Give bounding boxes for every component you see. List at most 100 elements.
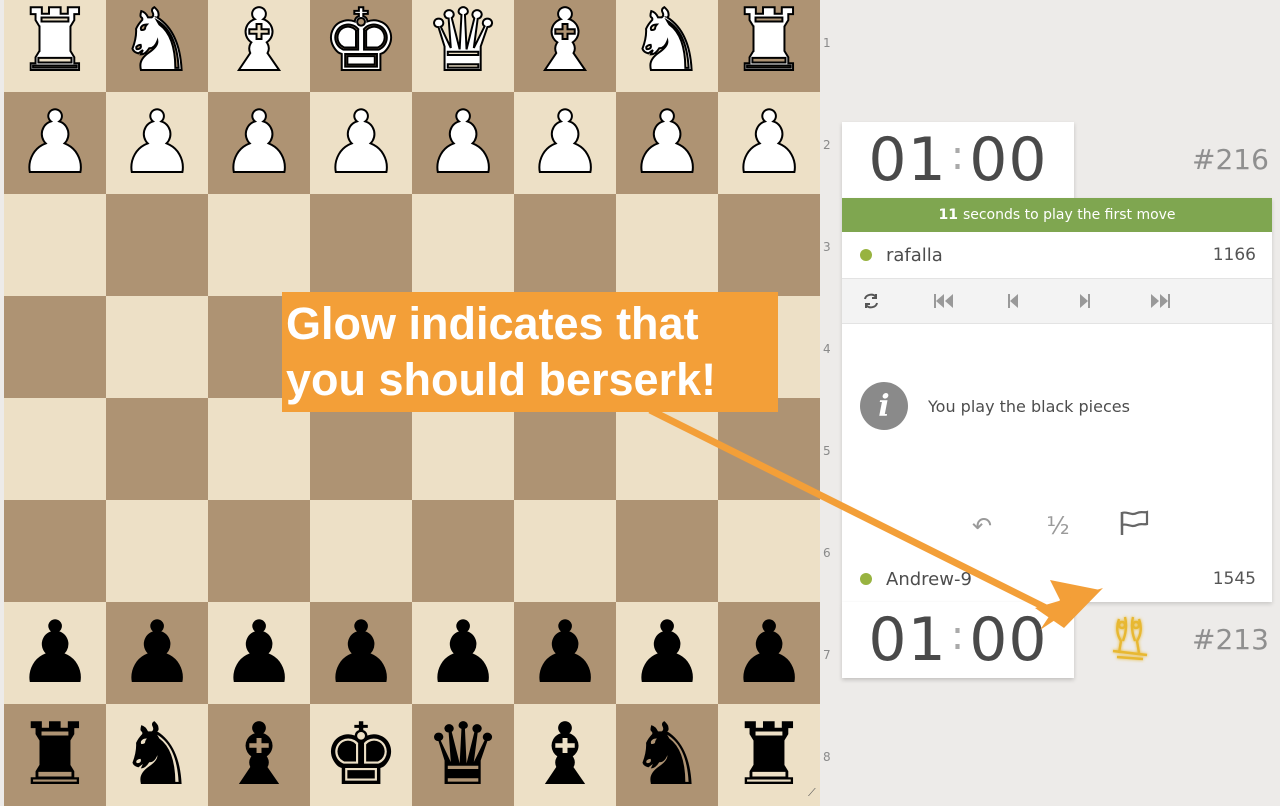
takeback-button[interactable]: ↶	[966, 512, 998, 540]
board-square[interactable]	[412, 398, 514, 500]
black-piece[interactable]: ♟	[526, 610, 603, 696]
board-square[interactable]: ♟	[106, 92, 208, 194]
board-square[interactable]: ♜	[4, 704, 106, 806]
black-piece[interactable]: ♟	[628, 610, 705, 696]
board-square[interactable]: ♝	[208, 704, 310, 806]
board-square[interactable]: ♚	[310, 704, 412, 806]
black-piece[interactable]: ♟	[220, 610, 297, 696]
board-square[interactable]: ♟	[4, 92, 106, 194]
black-piece[interactable]: ♛	[424, 712, 501, 798]
white-piece[interactable]: ♟	[627, 99, 706, 187]
board-square[interactable]: ♜	[718, 0, 820, 92]
black-piece[interactable]: ♞	[118, 712, 195, 798]
board-square[interactable]	[718, 398, 820, 500]
board-square[interactable]	[208, 500, 310, 602]
board-square[interactable]	[4, 500, 106, 602]
board-square[interactable]: ♟	[514, 92, 616, 194]
board-square[interactable]	[514, 398, 616, 500]
white-piece[interactable]: ♟	[321, 99, 400, 187]
last-move-icon[interactable]	[1150, 294, 1222, 308]
board-square[interactable]: ♝	[514, 704, 616, 806]
next-move-icon[interactable]	[1078, 294, 1150, 308]
white-piece[interactable]: ♟	[219, 99, 298, 187]
board-square[interactable]	[106, 194, 208, 296]
white-piece[interactable]: ♚	[321, 0, 400, 85]
board-square[interactable]: ♟	[616, 602, 718, 704]
board-square[interactable]: ♞	[106, 0, 208, 92]
board-square[interactable]: ♞	[616, 0, 718, 92]
board-resize-handle[interactable]: ⟋	[808, 787, 820, 799]
board-square[interactable]	[412, 500, 514, 602]
board-square[interactable]: ♞	[616, 704, 718, 806]
board-square[interactable]: ♜	[718, 704, 820, 806]
black-piece[interactable]: ♟	[322, 610, 399, 696]
black-piece[interactable]: ♜	[16, 712, 93, 798]
black-piece[interactable]: ♟	[118, 610, 195, 696]
white-piece[interactable]: ♟	[15, 99, 94, 187]
black-piece[interactable]: ♝	[220, 712, 297, 798]
board-square[interactable]: ♟	[310, 602, 412, 704]
board-square[interactable]: ♟	[718, 92, 820, 194]
board-square[interactable]	[718, 500, 820, 602]
board-square[interactable]: ♟	[718, 602, 820, 704]
offer-draw-button[interactable]: ½	[1042, 512, 1074, 540]
prev-move-icon[interactable]	[1006, 294, 1078, 308]
board-square[interactable]: ♟	[412, 602, 514, 704]
board-square[interactable]	[4, 398, 106, 500]
board-square[interactable]	[310, 194, 412, 296]
board-square[interactable]	[514, 500, 616, 602]
board-square[interactable]: ♞	[106, 704, 208, 806]
white-piece[interactable]: ♞	[117, 0, 196, 85]
board-square[interactable]	[4, 194, 106, 296]
board-square[interactable]: ♟	[4, 602, 106, 704]
black-piece[interactable]: ♟	[730, 610, 807, 696]
board-square[interactable]	[106, 296, 208, 398]
board-square[interactable]: ♟	[412, 92, 514, 194]
white-piece[interactable]: ♜	[15, 0, 94, 85]
board-square[interactable]	[4, 296, 106, 398]
white-piece[interactable]: ♟	[117, 99, 196, 187]
black-piece[interactable]: ♝	[526, 712, 603, 798]
board-square[interactable]: ♟	[208, 602, 310, 704]
board-square[interactable]	[718, 194, 820, 296]
resign-button[interactable]	[1118, 510, 1150, 542]
black-piece[interactable]: ♟	[16, 610, 93, 696]
board-square[interactable]	[514, 194, 616, 296]
board-square[interactable]: ♟	[106, 602, 208, 704]
board-square[interactable]	[616, 500, 718, 602]
white-piece[interactable]: ♟	[729, 99, 808, 187]
board-square[interactable]: ♟	[310, 92, 412, 194]
board-square[interactable]: ♚	[310, 0, 412, 92]
board-square[interactable]	[616, 194, 718, 296]
board-square[interactable]: ♝	[208, 0, 310, 92]
white-piece[interactable]: ♝	[525, 0, 604, 85]
board-square[interactable]: ♟	[208, 92, 310, 194]
flip-board-icon[interactable]	[862, 293, 934, 309]
board-square[interactable]: ♝	[514, 0, 616, 92]
black-piece[interactable]: ♞	[628, 712, 705, 798]
board-square[interactable]: ♜	[4, 0, 106, 92]
board-square[interactable]: ♟	[616, 92, 718, 194]
black-piece[interactable]: ♟	[424, 610, 501, 696]
board-square[interactable]	[208, 194, 310, 296]
white-piece[interactable]: ♛	[423, 0, 502, 85]
board-square[interactable]: ♟	[514, 602, 616, 704]
board-square[interactable]	[106, 500, 208, 602]
board-square[interactable]	[616, 398, 718, 500]
opponent-name[interactable]: rafalla	[886, 245, 1213, 266]
board-square[interactable]	[106, 398, 208, 500]
black-piece[interactable]: ♜	[730, 712, 807, 798]
player-name[interactable]: Andrew-9	[886, 569, 1213, 590]
board-square[interactable]	[412, 194, 514, 296]
white-piece[interactable]: ♟	[423, 99, 502, 187]
black-piece[interactable]: ♚	[322, 712, 399, 798]
white-piece[interactable]: ♜	[729, 0, 808, 85]
board-square[interactable]	[310, 500, 412, 602]
board-square[interactable]	[208, 398, 310, 500]
board-square[interactable]: ♛	[412, 0, 514, 92]
board-square[interactable]	[310, 398, 412, 500]
white-piece[interactable]: ♞	[627, 0, 706, 85]
board-square[interactable]: ♛	[412, 704, 514, 806]
white-piece[interactable]: ♝	[219, 0, 298, 85]
white-piece[interactable]: ♟	[525, 99, 604, 187]
